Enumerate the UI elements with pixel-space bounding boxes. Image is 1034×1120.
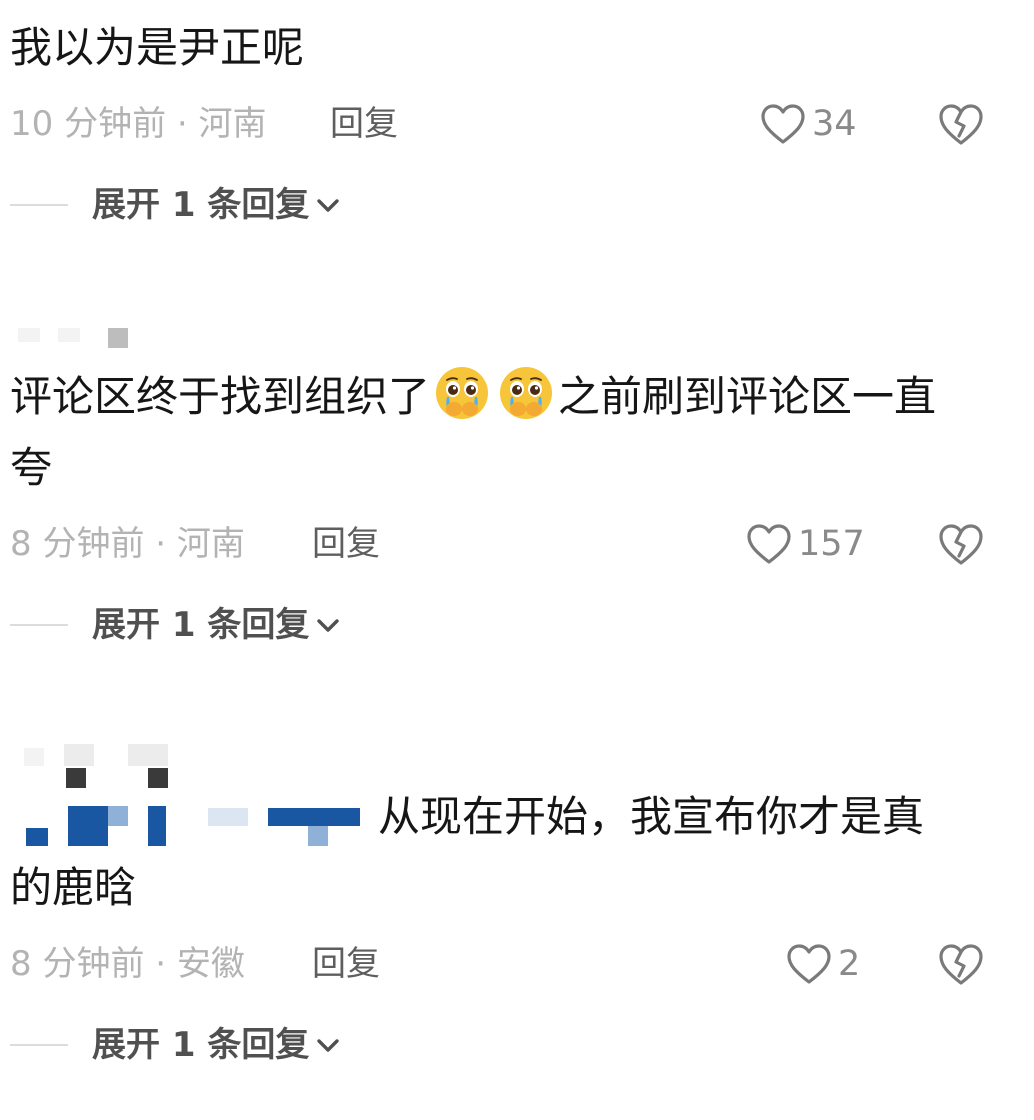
chevron-down-icon (317, 199, 340, 212)
comment-text-part: 之前刷到评论区一直 (558, 372, 937, 421)
comment-time-location: 10 分钟前 · 河南 (10, 104, 267, 144)
expand-replies-row: 展开 1 条回复 (10, 595, 341, 655)
heart-outline-icon (747, 524, 791, 564)
pleading-face-emoji (500, 367, 553, 419)
expand-replies-button[interactable]: 展开 1 条回复 (92, 1015, 341, 1075)
comment-text: 从现在开始，我宣布你才是真 (378, 792, 925, 841)
divider-line (10, 204, 68, 206)
heart-outline-icon (761, 104, 805, 144)
heart-outline-icon (787, 944, 831, 984)
chevron-down-icon (317, 1039, 340, 1052)
pleading-face-emoji (436, 367, 489, 419)
expand-replies-label: 展开 1 条回复 (92, 605, 310, 645)
comment-list: 我以为是尹正呢 10 分钟前 · 河南 回复 34 展开 1 条回复 评论区终于… (0, 0, 1034, 1120)
chevron-down-icon (317, 619, 340, 632)
broken-heart-icon[interactable] (938, 102, 984, 146)
comment-text-part: 评论区终于找到组织了 (10, 372, 431, 421)
broken-heart-icon[interactable] (938, 522, 984, 566)
reply-button[interactable]: 回复 (312, 514, 380, 574)
comment-time-location: 8 分钟前 · 河南 (10, 524, 245, 564)
reply-button[interactable]: 回复 (330, 94, 398, 154)
username-redacted (24, 800, 364, 860)
comment-meta: 8 分钟前 · 安徽 回复 2 (10, 934, 1034, 994)
like-count: 2 (838, 944, 861, 984)
divider-line (10, 1044, 68, 1046)
comment-text: 评论区终于找到组织了 之前刷到评论区一直 (10, 362, 936, 432)
expand-replies-row: 展开 1 条回复 (10, 1015, 341, 1075)
comment-text: 我以为是尹正呢 (10, 23, 305, 72)
comment-text-line2: 的鹿晗 (10, 863, 137, 912)
broken-heart-icon[interactable] (938, 942, 984, 986)
comment-meta: 8 分钟前 · 河南 回复 157 (10, 514, 1034, 574)
comment-text-line2: 夸 (10, 443, 53, 492)
expand-replies-button[interactable]: 展开 1 条回复 (92, 175, 341, 235)
expand-replies-label: 展开 1 条回复 (92, 185, 310, 225)
expand-replies-row: 展开 1 条回复 (10, 175, 341, 235)
like-count: 157 (798, 524, 865, 564)
divider-line (10, 624, 68, 626)
like-button[interactable]: 157 (746, 514, 865, 574)
like-button[interactable]: 2 (786, 934, 860, 994)
expand-replies-button[interactable]: 展开 1 条回复 (92, 595, 341, 655)
expand-replies-label: 展开 1 条回复 (92, 1025, 310, 1065)
username-redacted (24, 744, 184, 794)
comment-meta: 10 分钟前 · 河南 回复 34 (10, 94, 1034, 154)
like-count: 34 (812, 104, 857, 144)
like-button[interactable]: 34 (760, 94, 857, 154)
reply-button[interactable]: 回复 (312, 934, 380, 994)
username-redacted (18, 322, 158, 358)
comment-time-location: 8 分钟前 · 安徽 (10, 944, 245, 984)
